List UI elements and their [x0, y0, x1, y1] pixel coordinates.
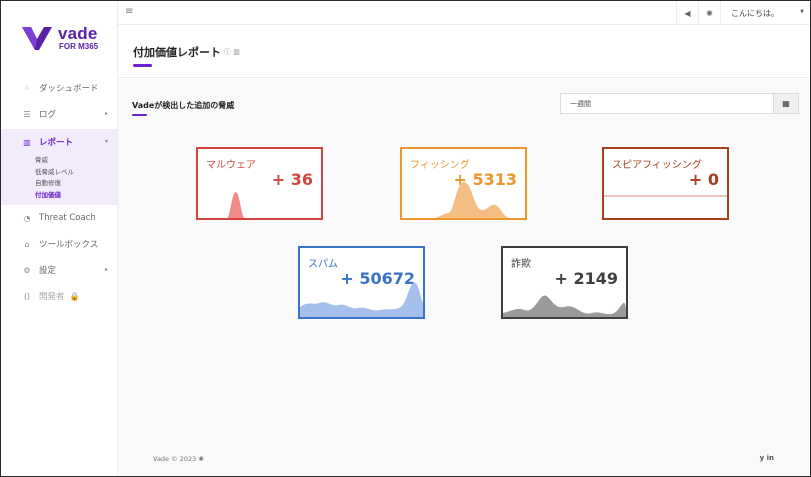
- lock-icon: 🔒: [69, 291, 80, 301]
- fraud-sparkline: [503, 295, 626, 317]
- sidebar-item-threat-coach[interactable]: ◔ Threat Coach: [1, 205, 117, 231]
- card-spam[interactable]: スパム + 50672: [298, 246, 425, 319]
- report-subnav: 脅威 低脅威レベル 自動修復 付加価値: [1, 155, 117, 205]
- grid-icon: ⁘: [23, 83, 31, 93]
- section-underline: [132, 114, 147, 116]
- sidebar-group-report: ▥ レポート ▾ 脅威 低脅威レベル 自動修復 付加価値: [1, 129, 117, 205]
- copyright-text: Vade © 2023: [153, 455, 197, 463]
- card-label: フィッシング: [410, 160, 470, 171]
- toolbox-icon: ⌂: [24, 239, 30, 249]
- subnav-item-low-threat[interactable]: 低脅威レベル: [35, 167, 117, 179]
- card-label: スピアフィッシング: [612, 160, 702, 171]
- sidebar-item-settings[interactable]: ⚙ 設定 ▸: [1, 257, 117, 283]
- title-underline: [133, 64, 152, 67]
- malware-sparkline: [198, 192, 321, 218]
- logo-text: vade: [58, 24, 98, 43]
- sidebar-item-log[interactable]: ☰ ログ ▸: [1, 101, 117, 127]
- period-select-value: 一週間: [570, 100, 591, 108]
- greeting-text: こんにちは。: [731, 8, 779, 18]
- sidebar-item-toolbox[interactable]: ⌂ ツールボックス: [1, 231, 117, 257]
- spam-sparkline: [300, 282, 423, 317]
- card-spear-phishing[interactable]: スピアフィッシング + 0: [602, 147, 729, 220]
- vade-logo-icon: [22, 27, 52, 50]
- sun-icon[interactable]: ✺: [698, 1, 720, 25]
- gear-icon: ⚙: [23, 265, 31, 275]
- sun-icon: ✺: [198, 455, 204, 463]
- card-phishing[interactable]: フィッシング + 5313: [400, 147, 527, 220]
- chevron-right-icon: ▸: [104, 266, 108, 273]
- section-title: Vadeが検出した追加の脅威: [132, 101, 235, 110]
- chevron-right-icon: ▸: [104, 110, 108, 117]
- sidebar-item-label: レポート: [39, 138, 74, 148]
- code-icon: ⟨⟩: [23, 291, 31, 301]
- period-select[interactable]: 一週間: [560, 93, 774, 114]
- calendar-icon: ▦: [782, 99, 790, 108]
- vade-logo[interactable]: vade FOR M365: [21, 23, 111, 55]
- subnav-item-auto-remediation[interactable]: 自動修復: [35, 178, 117, 190]
- page-header: 付加価値レポート ⓘ ▥: [118, 26, 810, 78]
- phishing-sparkline: [402, 182, 525, 218]
- subnav-item-threats[interactable]: 脅威: [35, 155, 117, 167]
- coach-icon: ◔: [23, 213, 31, 223]
- chart-icon: ▥: [23, 137, 31, 147]
- card-label: 詐欺: [511, 259, 531, 270]
- chevron-down-icon: ▼: [800, 9, 804, 15]
- card-fraud[interactable]: 詐欺 + 2149: [501, 246, 628, 319]
- main-content: Vadeが検出した追加の脅威 一週間 ▦ マルウェア + 36 フィッシング +…: [118, 79, 810, 476]
- card-label: スパム: [308, 259, 338, 270]
- sidebar-item-report[interactable]: ▥ レポート ▾: [1, 129, 117, 155]
- sidebar-item-label: Threat Coach: [39, 213, 96, 223]
- logo-subtext: FOR M365: [59, 42, 99, 51]
- megaphone-icon[interactable]: ◀: [676, 1, 698, 25]
- spear-phishing-sparkline: [604, 195, 727, 197]
- sidebar-item-label: 開発者: [39, 292, 65, 302]
- menu-icon[interactable]: ≡: [125, 6, 133, 17]
- card-label: マルウェア: [206, 160, 256, 171]
- sidebar-item-label: ログ: [39, 110, 57, 120]
- sidebar-nav: ⁘ ダッシュボード ☰ ログ ▸ ▥ レポート ▾ 脅威 低脅威レベル 自動修復…: [1, 75, 117, 309]
- footer-social-links[interactable]: y in: [760, 454, 774, 462]
- chevron-down-icon: ▾: [104, 138, 108, 145]
- info-chart-icons[interactable]: ⓘ ▥: [224, 47, 240, 57]
- top-bar-actions: ◀ ✺ こんにちは。 ▼: [676, 1, 810, 25]
- user-menu[interactable]: こんにちは。 ▼: [720, 1, 810, 25]
- sidebar-item-label: ツールボックス: [39, 240, 99, 250]
- sidebar-item-developer[interactable]: ⟨⟩ 開発者 🔒: [1, 283, 117, 309]
- calendar-button[interactable]: ▦: [773, 93, 799, 114]
- page-title: 付加価値レポート: [133, 46, 221, 59]
- sidebar-item-label: 設定: [39, 266, 57, 276]
- list-icon: ☰: [23, 109, 31, 119]
- sidebar: vade FOR M365 ⁘ ダッシュボード ☰ ログ ▸ ▥ レポート ▾ …: [1, 1, 118, 476]
- card-malware[interactable]: マルウェア + 36: [196, 147, 323, 220]
- subnav-item-added-value[interactable]: 付加価値: [35, 190, 117, 202]
- footer-copyright: Vade © 2023 ✺: [153, 455, 204, 463]
- sidebar-item-label: ダッシュボード: [39, 84, 99, 94]
- sidebar-item-dashboard[interactable]: ⁘ ダッシュボード: [1, 75, 117, 101]
- top-bar: ≡ ◀ ✺ こんにちは。 ▼: [118, 1, 810, 25]
